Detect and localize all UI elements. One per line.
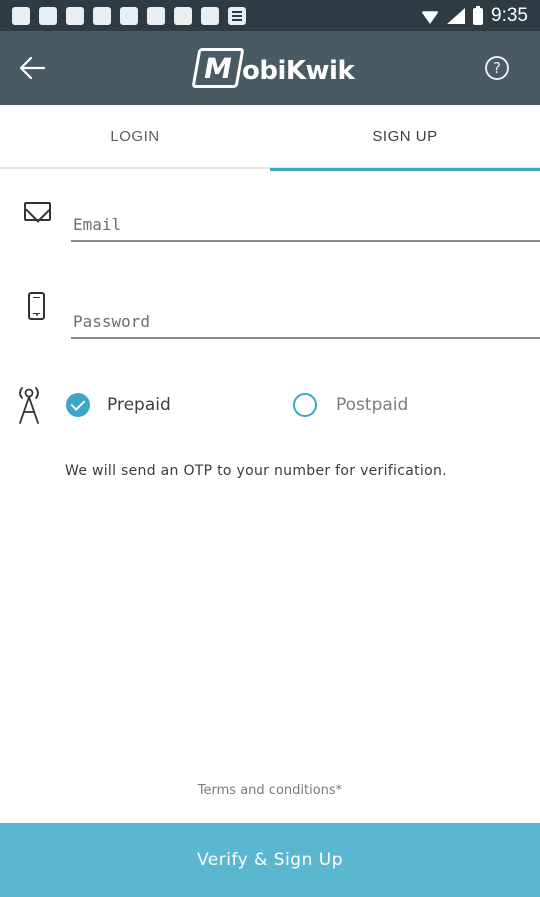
notification-app-icon: [93, 7, 111, 25]
system-status: 9:35: [421, 5, 528, 27]
tab-signup[interactable]: SIGN UP: [270, 105, 540, 171]
back-arrow-svg: [19, 56, 46, 80]
wifi-icon: [421, 11, 440, 24]
connection-type-group: Prepaid Postpaid: [0, 390, 540, 420]
postpaid-radio[interactable]: Postpaid: [293, 390, 408, 420]
notification-app-icon: [39, 7, 57, 25]
prepaid-label: Prepaid: [107, 395, 171, 415]
logo-text: obiKwik: [242, 56, 355, 86]
help-icon[interactable]: ?: [485, 56, 509, 80]
phone-icon: [28, 292, 45, 320]
status-bar: 9:35: [0, 0, 540, 31]
verify-signup-button[interactable]: Verify & Sign Up: [0, 823, 540, 897]
password-field[interactable]: [71, 305, 540, 339]
otp-note: We will send an OTP to your number for v…: [65, 463, 447, 479]
notification-app-icon: [120, 7, 138, 25]
radio-checked-icon: [66, 393, 90, 417]
more-notifications-icon: [228, 7, 246, 25]
notification-app-icon: [66, 7, 84, 25]
clock: 9:35: [491, 5, 528, 26]
email-field[interactable]: [71, 208, 540, 242]
terms-link[interactable]: Terms and conditions*: [0, 783, 540, 798]
notification-app-icon: [201, 7, 219, 25]
battery-icon: [473, 5, 484, 25]
notification-app-icon: [12, 7, 30, 25]
logo-mark: M: [191, 48, 245, 88]
postpaid-label: Postpaid: [336, 395, 409, 415]
app-bar: M obiKwik ?: [0, 31, 540, 105]
radio-unchecked-icon: [293, 393, 317, 417]
mobikwik-logo: M obiKwik: [191, 48, 355, 88]
notification-app-icon: [174, 7, 192, 25]
notification-app-icon: [147, 7, 165, 25]
auth-tabs: LOGIN SIGN UP: [0, 105, 540, 171]
mail-icon: [24, 202, 51, 221]
cell-signal-icon: [447, 8, 466, 24]
notification-icons: [12, 7, 246, 25]
tab-login[interactable]: LOGIN: [0, 105, 270, 169]
prepaid-radio[interactable]: Prepaid: [66, 390, 171, 420]
back-arrow-icon[interactable]: [18, 55, 48, 81]
